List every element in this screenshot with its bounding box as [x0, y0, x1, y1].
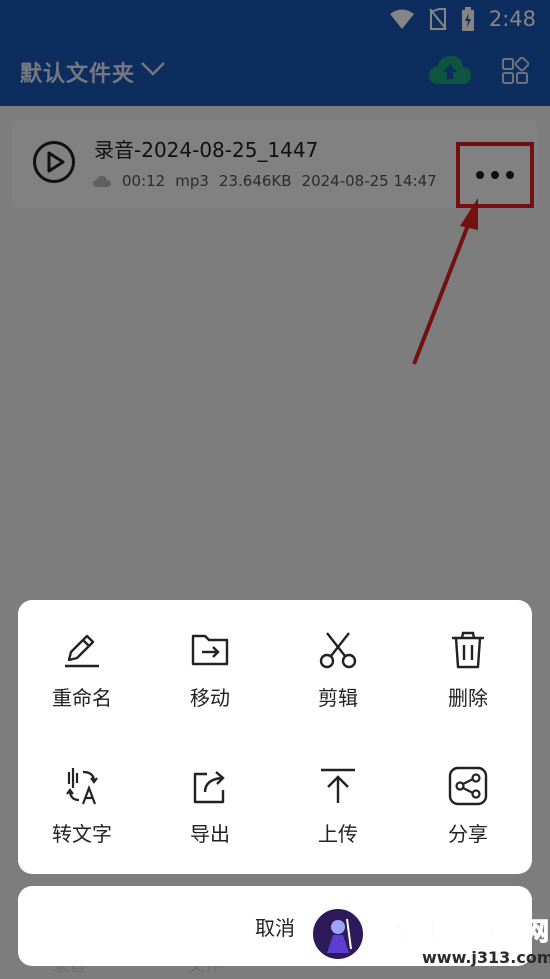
share-label: 分享 [448, 822, 488, 846]
rename-action[interactable]: 重命名 [18, 630, 146, 740]
action-sheet: 重命名 移动 剪辑 删除 转文字 导出 上传 分享 [18, 600, 532, 874]
to-text-action[interactable]: 转文字 [18, 766, 146, 876]
move-action[interactable]: 移动 [146, 630, 274, 740]
speech-to-text-icon [66, 768, 98, 805]
share-icon [448, 766, 488, 806]
export-label: 导出 [190, 822, 230, 846]
watermark-url: www.j313.com [422, 948, 550, 967]
folder-move-icon [191, 634, 229, 666]
to-text-label: 转文字 [52, 822, 112, 846]
pencil-icon [65, 634, 99, 668]
watermark: 基伞手游资源网 www.j313.com [310, 906, 550, 979]
delete-label: 删除 [448, 686, 488, 710]
share-action[interactable]: 分享 [404, 766, 532, 876]
watermark-logo [310, 906, 366, 962]
cut-label: 剪辑 [318, 686, 358, 710]
upload-action[interactable]: 上传 [274, 766, 402, 876]
export-icon [193, 771, 225, 804]
watermark-title: 基伞手游资源网 [368, 917, 550, 947]
move-label: 移动 [190, 686, 230, 710]
cut-action[interactable]: 剪辑 [274, 630, 402, 740]
rename-label: 重命名 [52, 686, 112, 710]
scissors-icon [319, 632, 357, 669]
trash-icon [452, 631, 484, 669]
upload-icon [321, 768, 355, 803]
delete-action[interactable]: 删除 [404, 630, 532, 740]
upload-label: 上传 [318, 822, 358, 846]
export-action[interactable]: 导出 [146, 766, 274, 876]
